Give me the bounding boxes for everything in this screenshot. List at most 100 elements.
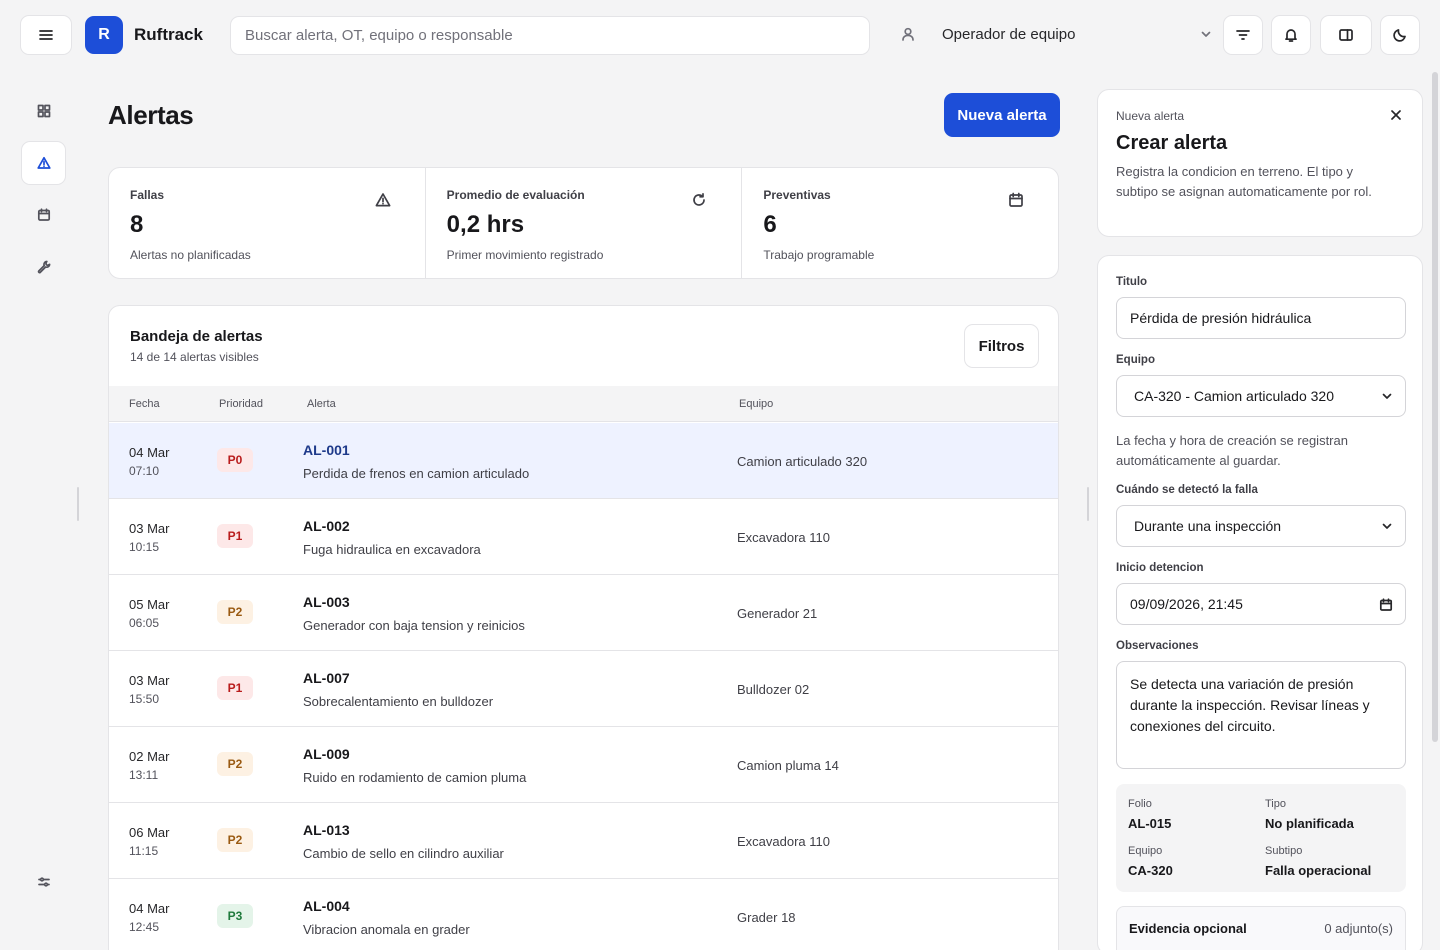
row-equipment: Bulldozer 02	[737, 682, 810, 697]
subtype-label: Subtipo	[1265, 845, 1303, 857]
moon-icon	[1392, 27, 1408, 43]
title-input[interactable]: Pérdida de presión hidráulica	[1116, 297, 1406, 339]
stat-evaluation: Promedio de evaluación 0,2 hrs Primer mo…	[426, 168, 743, 278]
grid-icon	[37, 104, 51, 118]
create-alert-form: Titulo Pérdida de presión hidráulica Equ…	[1097, 255, 1423, 950]
sidebar-item-dashboard[interactable]	[21, 89, 66, 133]
title-label: Titulo	[1116, 276, 1148, 288]
search-input[interactable]	[230, 16, 870, 55]
alert-id-link[interactable]: AL-009	[303, 746, 350, 762]
wrench-icon	[37, 260, 51, 274]
table-header: Fecha Prioridad Alerta Equipo	[109, 386, 1058, 422]
sidebar-item-settings[interactable]	[21, 860, 66, 904]
page-title: Alertas	[108, 100, 194, 130]
table-row[interactable]: 04 Mar 12:45 P3 AL-004 Vibracion anomala en …	[109, 879, 1058, 950]
warning-icon	[375, 192, 391, 208]
detected-select[interactable]: Durante una inspección	[1116, 505, 1406, 547]
detected-label: Cuándo se detectó la falla	[1116, 484, 1258, 496]
priority-badge: P2	[217, 600, 253, 624]
page-scrollbar[interactable]	[1432, 72, 1438, 742]
brand-name: Ruftrack	[134, 25, 203, 44]
column-header-alert[interactable]: Alerta	[307, 398, 336, 410]
resize-handle-left[interactable]	[77, 487, 79, 521]
toggle-panel-button[interactable]	[1320, 15, 1372, 55]
resize-handle-right[interactable]	[1087, 487, 1089, 521]
alert-description: Fuga hidraulica en excavadora	[303, 542, 481, 557]
column-header-priority[interactable]: Prioridad	[219, 398, 263, 410]
alert-summary: Folio AL-015 Tipo No planificada Equipo …	[1116, 784, 1406, 892]
filter-icon	[1235, 27, 1251, 43]
alert-id-link[interactable]: AL-004	[303, 898, 350, 914]
new-alert-button[interactable]: Nueva alerta	[944, 93, 1060, 137]
stat-failures: Fallas 8 Alertas no planificadas	[109, 168, 426, 278]
priority-badge: P2	[217, 828, 253, 852]
row-time: 10:15	[129, 540, 160, 554]
filter-button[interactable]	[1223, 15, 1263, 55]
row-equipment: Generador 21	[737, 606, 818, 621]
sidebar-item-alerts[interactable]	[21, 141, 66, 185]
row-time: 11:15	[129, 844, 159, 858]
stats-card: Fallas 8 Alertas no planificadas Promedi…	[108, 167, 1059, 279]
table-row[interactable]: 06 Mar 11:15 P2 AL-013 Cambio de sello en ci…	[109, 803, 1058, 879]
priority-badge: P1	[217, 524, 253, 548]
bell-icon	[1283, 27, 1299, 43]
row-date: 05 Mar	[129, 597, 170, 612]
chevron-down-icon[interactable]	[1199, 27, 1213, 41]
table-row[interactable]: 05 Mar 06:05 P2 AL-003 Generador con baja te…	[109, 575, 1058, 651]
datetime-note: La fecha y hora de creación se registran…	[1116, 433, 1348, 468]
role-selector[interactable]: Operador de equipo	[942, 26, 1075, 43]
row-time: 07:10	[129, 464, 160, 478]
column-header-date[interactable]: Fecha	[129, 398, 160, 410]
panel-title: Crear alerta	[1116, 132, 1228, 154]
table-row[interactable]: 02 Mar 13:11 P2 AL-009 Ruido en rodamiento d…	[109, 727, 1058, 803]
evidence-upload[interactable]: Evidencia opcional 0 adjunto(s)	[1116, 906, 1406, 950]
alert-description: Sobrecalentamiento en bulldozer	[303, 694, 494, 709]
row-equipment: Grader 18	[737, 910, 796, 925]
row-time: 13:11	[129, 768, 159, 782]
table-row[interactable]: 04 Mar 07:10 P0 AL-001 Perdida de frenos en …	[109, 423, 1058, 499]
filters-button[interactable]: Filtros	[964, 324, 1039, 368]
column-header-equipment[interactable]: Equipo	[739, 398, 773, 410]
row-time: 06:05	[129, 616, 160, 630]
logo: R	[85, 16, 123, 54]
summary-equipment-label: Equipo	[1128, 845, 1163, 857]
stat-subtitle: Primer movimiento registrado	[446, 248, 604, 262]
equipment-label: Equipo	[1116, 354, 1155, 366]
alert-id-link[interactable]: AL-013	[303, 822, 350, 838]
stat-label: Preventivas	[763, 188, 831, 202]
observations-textarea[interactable]: Se detecta una variación de presión dura…	[1116, 661, 1406, 769]
row-equipment: Excavadora 110	[737, 834, 830, 849]
panel-icon	[1338, 27, 1354, 43]
alert-id-link[interactable]: AL-002	[303, 518, 350, 534]
row-date: 03 Mar	[129, 521, 170, 536]
chevron-down-icon	[1381, 390, 1393, 402]
equipment-select-value: CA-320 - Camion articulado 320	[1134, 388, 1334, 404]
sidebar-item-calendar[interactable]	[21, 193, 66, 237]
priority-badge: P0	[217, 448, 253, 472]
alert-id-link[interactable]: AL-007	[303, 670, 350, 686]
type-label: Tipo	[1265, 798, 1286, 810]
stat-subtitle: Alertas no planificadas	[130, 248, 251, 262]
notifications-button[interactable]	[1271, 15, 1311, 55]
calendar-icon	[1008, 192, 1024, 208]
alert-id-link[interactable]: AL-003	[303, 594, 350, 610]
row-date: 04 Mar	[129, 901, 170, 916]
inbox-title: Bandeja de alertas	[130, 328, 263, 345]
stat-preventive: Preventivas 6 Trabajo programable	[742, 168, 1058, 278]
close-icon[interactable]	[1388, 107, 1404, 123]
table-row[interactable]: 03 Mar 10:15 P1 AL-002 Fuga hidraulica en ex…	[109, 499, 1058, 575]
table-row[interactable]: 03 Mar 15:50 P1 AL-007 Sobrecalentamiento en…	[109, 651, 1058, 727]
equipment-select[interactable]: CA-320 - Camion articulado 320	[1116, 375, 1406, 417]
alert-id-link[interactable]: AL-001	[303, 442, 350, 458]
summary-equipment-value: CA-320	[1128, 863, 1173, 878]
sidebar-item-maintenance[interactable]	[21, 245, 66, 289]
row-date: 06 Mar	[129, 825, 170, 840]
menu-button[interactable]	[20, 15, 72, 55]
folio-value: AL-015	[1128, 816, 1172, 831]
row-equipment: Camion articulado 320	[737, 454, 868, 469]
observations-label: Observaciones	[1116, 640, 1199, 652]
theme-toggle-button[interactable]	[1380, 15, 1420, 55]
priority-badge: P3	[217, 904, 253, 928]
start-datetime-input[interactable]: 09/09/2026, 21:45	[1116, 583, 1406, 625]
calendar-icon[interactable]	[1379, 598, 1393, 612]
